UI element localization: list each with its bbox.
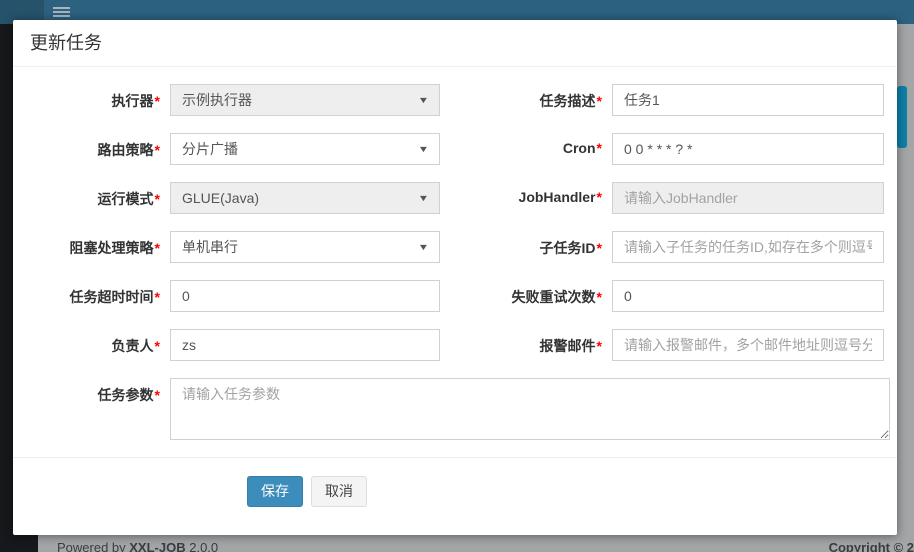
required-marker: *: [155, 93, 160, 109]
form-row: 任务超时时间* 失败重试次数*: [30, 280, 897, 312]
hamburger-icon: [53, 7, 70, 17]
timeout-label: 任务超时时间*: [30, 280, 170, 312]
job-handler-input: [612, 182, 884, 214]
executor-label: 执行器*: [30, 84, 170, 116]
fail-retry-input[interactable]: [612, 280, 884, 312]
alarm-email-input[interactable]: [612, 329, 884, 361]
required-marker: *: [155, 289, 160, 305]
job-desc-input[interactable]: [612, 84, 884, 116]
cron-label: Cron*: [440, 133, 612, 165]
background-button-fragment: [897, 86, 907, 148]
child-jobid-label: 子任务ID*: [440, 231, 612, 263]
job-desc-label: 任务描述*: [440, 84, 612, 116]
fail-retry-label: 失败重试次数*: [440, 280, 612, 312]
required-marker: *: [597, 289, 602, 305]
job-params-label: 任务参数*: [30, 378, 170, 440]
executor-select: 示例执行器 ▼: [170, 84, 440, 116]
required-marker: *: [155, 240, 160, 256]
form-row: 执行器* 示例执行器 ▼ 任务描述*: [30, 84, 897, 116]
form-row: 任务参数*: [30, 378, 897, 440]
update-task-form: 执行器* 示例执行器 ▼ 任务描述* 路由策略* 分片广播 ▼ Cron* 运行…: [13, 67, 897, 440]
timeout-input[interactable]: [170, 280, 440, 312]
chevron-down-icon: ▼: [418, 193, 430, 203]
required-marker: *: [597, 189, 602, 205]
author-label: 负责人*: [30, 329, 170, 361]
save-button[interactable]: 保存: [247, 476, 303, 507]
modal-button-row: 保存 取消: [13, 458, 897, 507]
copyright-text: Copyright © 2: [829, 540, 914, 552]
route-strategy-label: 路由策略*: [30, 133, 170, 165]
glue-type-label: 运行模式*: [30, 182, 170, 214]
required-marker: *: [155, 142, 160, 158]
form-row: 阻塞处理策略* 单机串行 ▼ 子任务ID*: [30, 231, 897, 263]
required-marker: *: [155, 338, 160, 354]
chevron-down-icon: ▼: [418, 95, 430, 105]
required-marker: *: [597, 338, 602, 354]
required-marker: *: [155, 387, 160, 403]
block-strategy-label: 阻塞处理策略*: [30, 231, 170, 263]
required-marker: *: [597, 240, 602, 256]
cron-input[interactable]: [612, 133, 884, 165]
cancel-button[interactable]: 取消: [311, 476, 367, 507]
job-handler-label: JobHandler*: [440, 182, 612, 214]
form-row: 负责人* 报警邮件*: [30, 329, 897, 361]
child-jobid-input[interactable]: [612, 231, 884, 263]
page-footer: Powered by XXL-JOB 2.0.0 Copyright © 2: [0, 535, 914, 552]
chevron-down-icon: ▼: [418, 242, 430, 252]
required-marker: *: [597, 93, 602, 109]
author-input[interactable]: [170, 329, 440, 361]
route-strategy-select[interactable]: 分片广播 ▼: [170, 133, 440, 165]
update-task-modal: 更新任务 执行器* 示例执行器 ▼ 任务描述* 路由策略* 分片广播 ▼ Cro…: [13, 20, 897, 535]
glue-type-select: GLUE(Java) ▼: [170, 182, 440, 214]
form-row: 运行模式* GLUE(Java) ▼ JobHandler*: [30, 182, 897, 214]
required-marker: *: [597, 140, 602, 156]
required-marker: *: [155, 191, 160, 207]
form-row: 路由策略* 分片广播 ▼ Cron*: [30, 133, 897, 165]
block-strategy-select[interactable]: 单机串行 ▼: [170, 231, 440, 263]
chevron-down-icon: ▼: [418, 144, 430, 154]
job-params-textarea[interactable]: [170, 378, 890, 440]
modal-title: 更新任务: [13, 20, 897, 67]
alarm-email-label: 报警邮件*: [440, 329, 612, 361]
brand-name: XXL-JOB: [129, 540, 185, 552]
powered-by-text: Powered by XXL-JOB 2.0.0: [57, 540, 218, 552]
